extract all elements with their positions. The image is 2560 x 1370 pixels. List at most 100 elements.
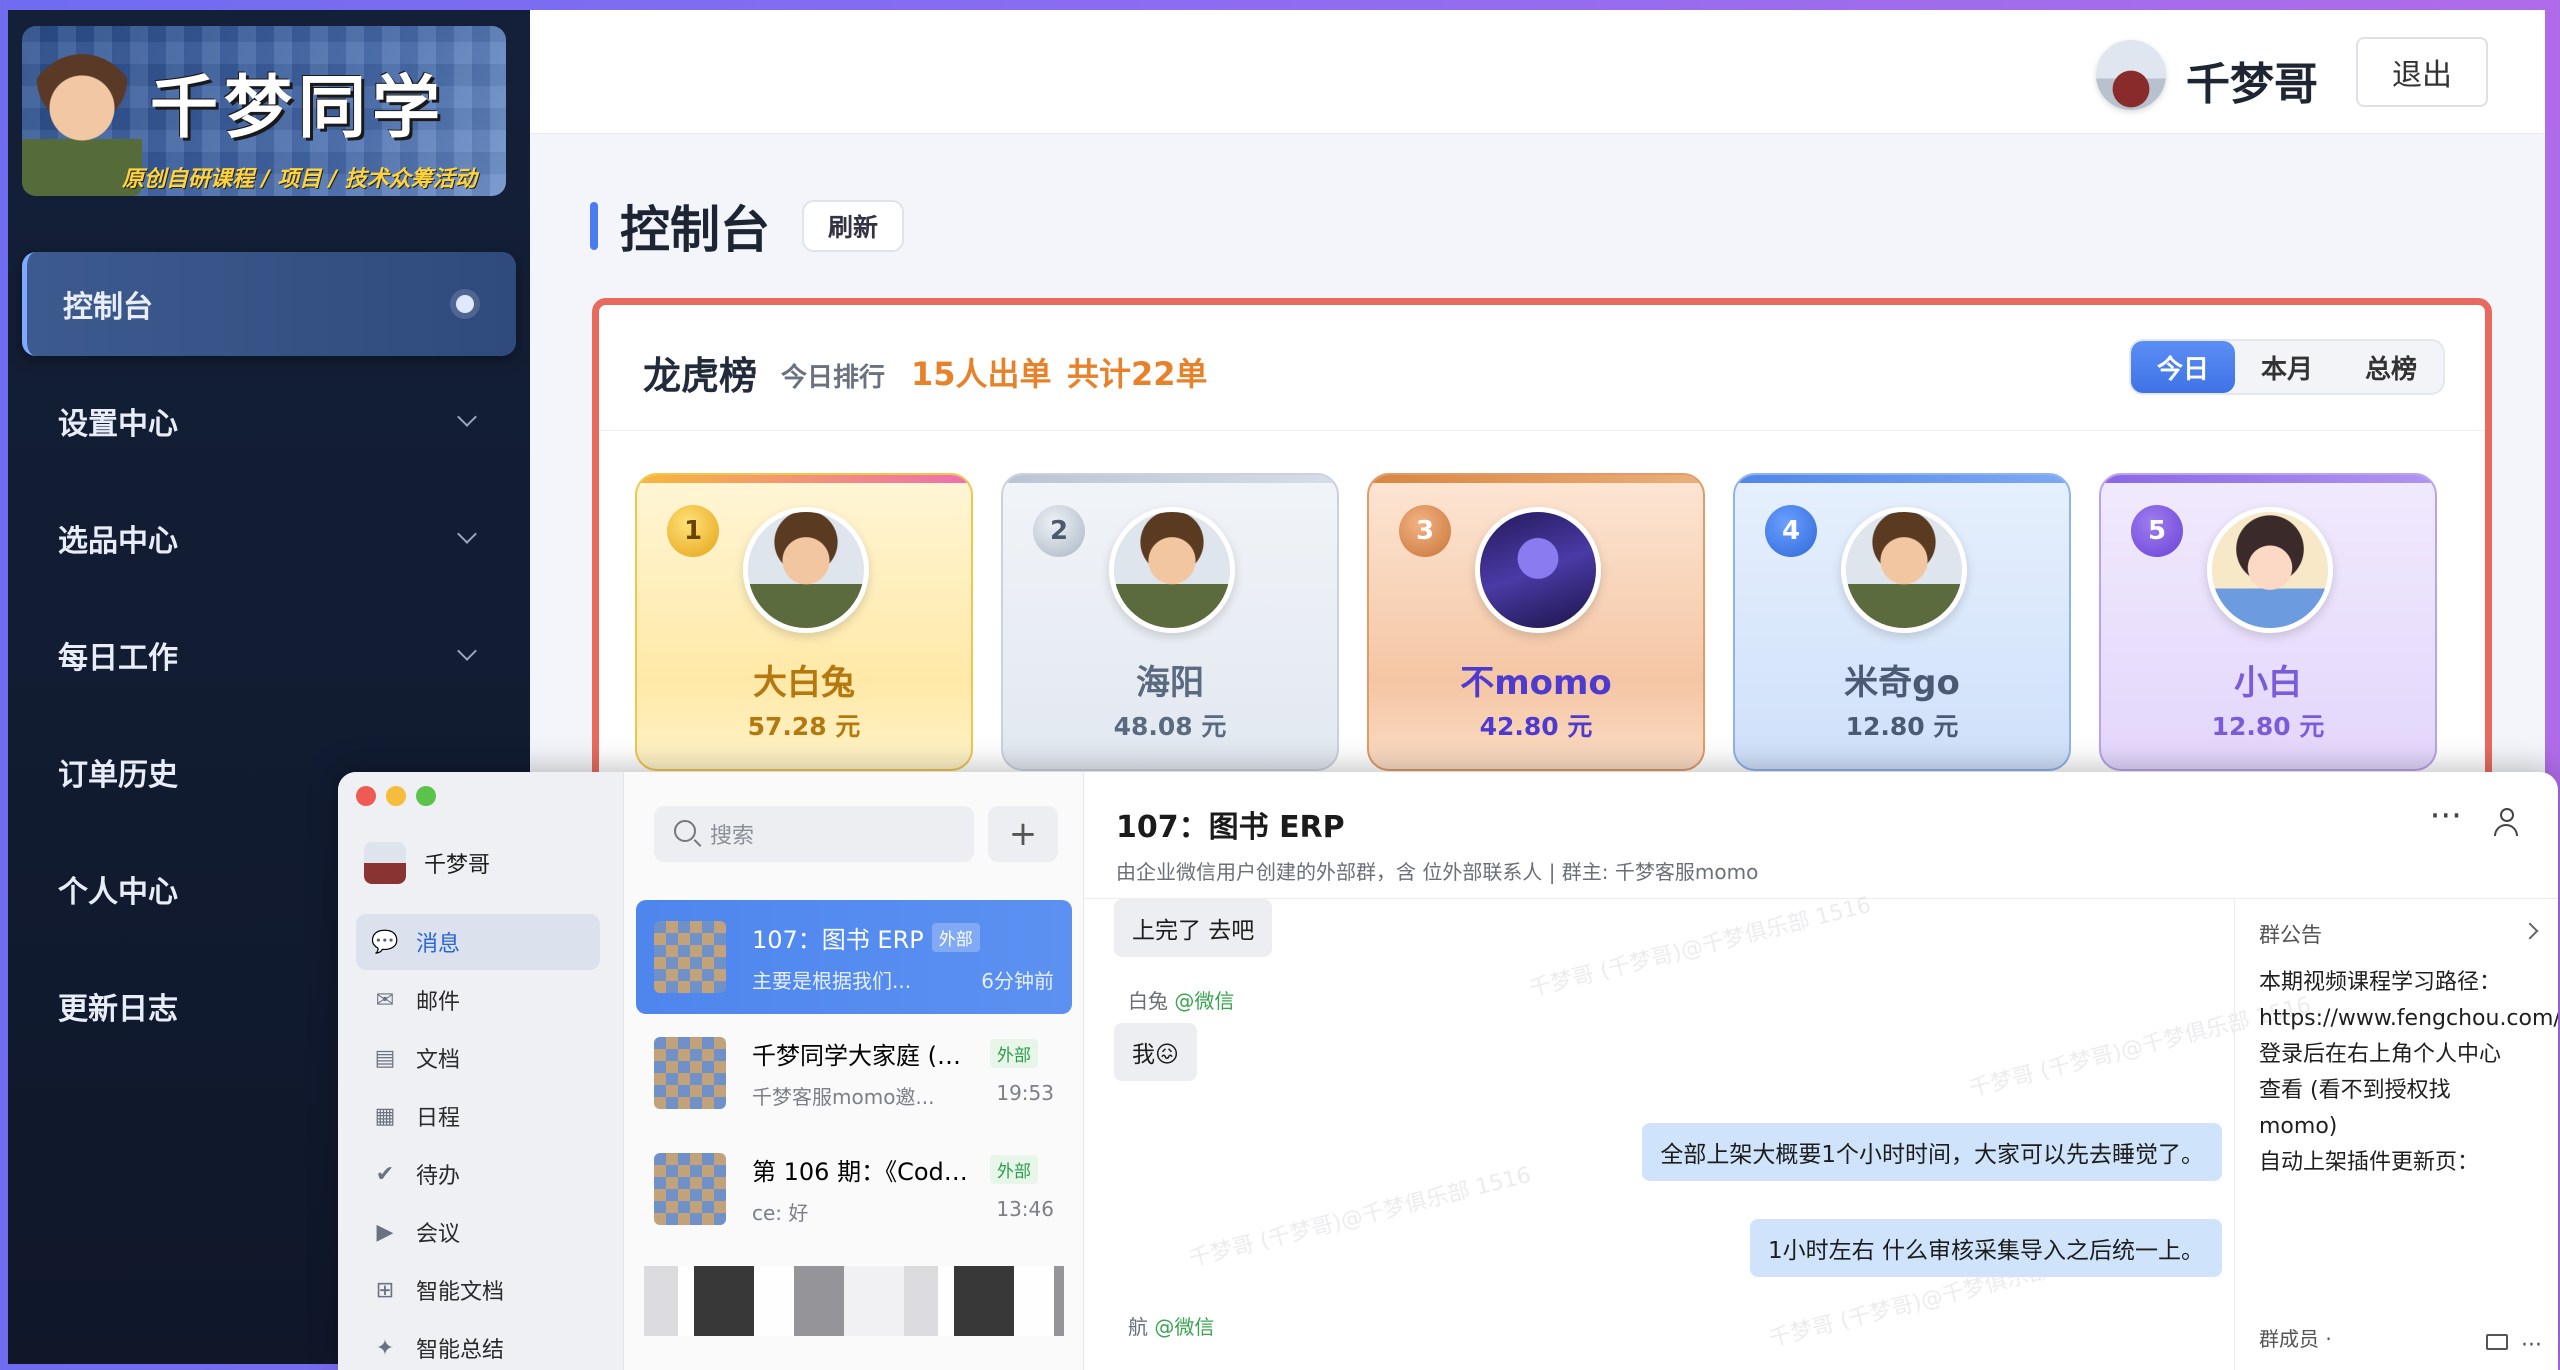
sidebar-item-label: 订单历史 xyxy=(58,758,178,793)
group-avatar xyxy=(654,1037,726,1109)
conversation-time: 19:53 xyxy=(996,1081,1054,1105)
brand-logo[interactable]: 千梦同学 原创自研课程 / 项目 / 技术众筹活动 xyxy=(22,26,506,196)
leaderboard-card-4[interactable]: 4 米奇go 12.80 元 xyxy=(1733,473,2071,771)
card-top-line xyxy=(1369,475,1703,483)
conversation-list: 搜索 + 107：图书 ERP 外部 主要是根据我们... 6分钟前 千梦同学大… xyxy=(624,772,1084,1370)
conversation-body: 107：图书 ERP 外部 主要是根据我们... 6分钟前 xyxy=(752,920,1054,994)
search-placeholder: 搜索 xyxy=(710,824,755,849)
sender-name: 航 xyxy=(1128,1315,1148,1339)
close-window-button[interactable] xyxy=(356,786,376,806)
leader-amount: 12.80 元 xyxy=(1845,712,1959,741)
message-list: 千梦哥 (千梦哥)@千梦俱乐部 1516 千梦哥 (千梦哥)@千梦俱乐部 151… xyxy=(1084,893,2314,1370)
menu-item-smart-docs[interactable]: ⊞ 智能文档 xyxy=(356,1262,600,1318)
message-bubble[interactable]: 全部上架大概要1个小时时间，大家可以先去睡觉了。 xyxy=(1642,1123,2222,1181)
chevron-right-icon[interactable] xyxy=(2521,922,2539,940)
check-icon: ✔ xyxy=(375,1161,395,1187)
external-badge: 外部 xyxy=(990,1039,1038,1068)
tab-month[interactable]: 本月 xyxy=(2235,341,2339,393)
search-input[interactable]: 搜索 xyxy=(654,806,974,862)
more-options-icon[interactable]: ··· xyxy=(2430,796,2462,836)
conversation-title-row: 千梦同学大家庭 (全... 外部 xyxy=(752,1036,1054,1071)
more-options-icon[interactable]: ··· xyxy=(2521,1333,2542,1358)
tab-all-time[interactable]: 总榜 xyxy=(2339,341,2443,393)
menu-item-meetings[interactable]: ▶ 会议 xyxy=(356,1204,600,1260)
leaderboard-card-3[interactable]: 3 不momo 42.80 元 xyxy=(1367,473,1705,771)
zoom-window-button[interactable] xyxy=(416,786,436,806)
message-bubble[interactable]: 1小时左右 什么审核采集导入之后统一上。 xyxy=(1750,1219,2222,1277)
leaderboard-card-2[interactable]: 2 海阳 48.08 元 xyxy=(1001,473,1339,771)
sidebar-item-product-selection[interactable]: 选品中心 xyxy=(22,486,516,590)
leaderboard-count: 15人出单 xyxy=(911,355,1052,393)
avatar xyxy=(2207,507,2333,633)
add-member-body xyxy=(2494,824,2518,836)
sidebar-item-label: 每日工作 xyxy=(58,641,178,676)
conversation-preview: 主要是根据我们... xyxy=(752,969,912,993)
sidebar-item-daily-work[interactable]: 每日工作 xyxy=(22,603,516,707)
leaderboard-subtitle: 今日排行 xyxy=(781,363,886,393)
menu-item-docs[interactable]: ▤ 文档 xyxy=(356,1030,600,1086)
sender-source: @微信 xyxy=(1174,989,1235,1013)
doc-icon: ▤ xyxy=(374,1045,396,1071)
menu-item-mail[interactable]: ✉ 邮件 xyxy=(356,972,600,1028)
add-member-icon[interactable] xyxy=(2494,808,2524,838)
logout-button[interactable]: 退出 xyxy=(2356,37,2488,107)
search-icon xyxy=(674,820,696,842)
message-bubble[interactable]: 我😖 xyxy=(1114,1023,1197,1081)
minimize-window-button[interactable] xyxy=(386,786,406,806)
top-header: 千梦哥 退出 xyxy=(530,10,2545,134)
avatar xyxy=(364,842,406,884)
refresh-button[interactable]: 刷新 xyxy=(802,200,905,252)
avatar-image xyxy=(1114,512,1230,628)
mail-icon[interactable] xyxy=(2486,1334,2508,1350)
sidebar-item-label: 更新日志 xyxy=(58,992,178,1027)
add-button[interactable]: + xyxy=(988,806,1058,862)
leaderboard-panel: 龙虎榜 今日排行 15人出单 共计22单 今日 本月 总榜 1 大白兔 57.2… xyxy=(592,298,2492,786)
sidebar-item-dashboard[interactable]: 控制台 xyxy=(22,252,516,356)
rank-badge: 2 xyxy=(1033,505,1085,557)
avatar xyxy=(1109,507,1235,633)
leaderboard-card-1[interactable]: 1 大白兔 57.28 元 xyxy=(635,473,973,771)
blurred-conversation[interactable] xyxy=(644,1266,1064,1336)
calendar-icon: ▦ xyxy=(374,1103,396,1129)
message-bubble[interactable]: 上完了 去吧 xyxy=(1114,899,1273,957)
group-notice-body: 本期视频课程学习路径：https://www.fengchou.com/camp… xyxy=(2259,970,2558,1175)
avatar xyxy=(1475,507,1601,633)
avatar-image xyxy=(748,512,864,628)
page-title: 控制台 xyxy=(620,201,770,259)
chevron-down-icon xyxy=(457,524,477,544)
external-badge: 外部 xyxy=(990,1155,1038,1184)
card-top-line xyxy=(637,475,971,483)
page-title-row: 控制台 刷新 xyxy=(590,190,905,262)
menu-item-label: 会议 xyxy=(416,1222,461,1247)
chat-app-menu: 💬 消息 ✉ 邮件 ▤ 文档 ▦ 日程 ✔ 待办 ▶ 会议 ⊞ 智能文档 ✦ 智… xyxy=(356,914,600,1370)
logo-title: 千梦同学 xyxy=(150,68,447,148)
menu-item-messages[interactable]: 💬 消息 xyxy=(356,914,600,970)
conversation-preview: ce: 好 xyxy=(752,1201,809,1225)
chat-user-profile[interactable]: 千梦哥 xyxy=(364,842,490,884)
menu-item-label: 待办 xyxy=(416,1164,461,1189)
menu-item-calendar[interactable]: ▦ 日程 xyxy=(356,1088,600,1144)
title-accent-bar xyxy=(590,202,598,250)
group-notice-header[interactable]: 群公告 xyxy=(2259,919,2322,949)
conversation-item[interactable]: 千梦同学大家庭 (全... 外部 千梦客服momo邀... 19:53 xyxy=(636,1016,1072,1130)
chat-window: 千梦哥 💬 消息 ✉ 邮件 ▤ 文档 ▦ 日程 ✔ 待办 ▶ 会议 ⊞ 智能文档… xyxy=(338,772,2558,1370)
conversation-item[interactable]: 107：图书 ERP 外部 主要是根据我们... 6分钟前 xyxy=(636,900,1072,1014)
leader-name: 大白兔 xyxy=(753,663,855,703)
sidebar-item-settings[interactable]: 设置中心 xyxy=(22,369,516,473)
menu-item-label: 智能文档 xyxy=(416,1280,505,1305)
tab-today[interactable]: 今日 xyxy=(2131,341,2235,393)
avatar-image xyxy=(1846,512,1962,628)
leader-name: 不momo xyxy=(1460,663,1612,703)
group-members-label[interactable]: 群成员 · xyxy=(2259,1323,2332,1352)
leader-amount: 12.80 元 xyxy=(2211,712,2325,741)
avatar-image xyxy=(1480,512,1596,628)
menu-item-todo[interactable]: ✔ 待办 xyxy=(356,1146,600,1202)
group-avatar xyxy=(654,921,726,993)
menu-item-smart-summary[interactable]: ✦ 智能总结 xyxy=(356,1320,600,1370)
leaderboard-card-5[interactable]: 5 小白 12.80 元 xyxy=(2099,473,2437,771)
conversation-item[interactable]: 第 106 期：《Codex ... 外部 ce: 好 13:46 xyxy=(636,1132,1072,1246)
user-avatar[interactable] xyxy=(2096,40,2166,110)
chat-title: 107：图书 ERP xyxy=(1116,810,1345,845)
leader-name: 米奇go xyxy=(1844,663,1960,703)
mail-icon: ✉ xyxy=(375,987,395,1013)
